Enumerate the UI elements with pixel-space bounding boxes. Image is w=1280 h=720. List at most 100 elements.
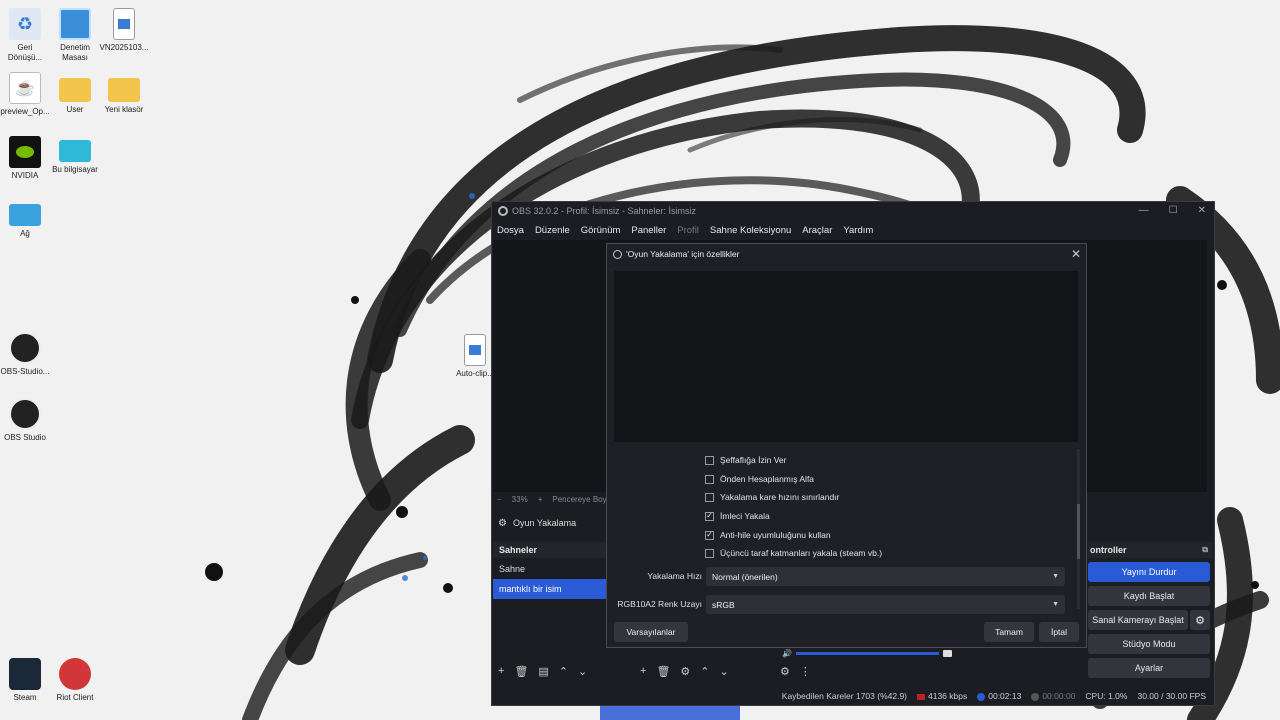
add-scene-icon[interactable]: + (498, 665, 504, 678)
menu-edit[interactable]: Düzenle (535, 225, 570, 236)
color-space-select[interactable]: sRGB ▼ (706, 595, 1065, 614)
capture-rate-select[interactable]: Normal (önerilen) ▼ (706, 567, 1065, 586)
scenes-dock-title: Sahneler (493, 542, 607, 558)
allow-transparency-checkbox[interactable]: Şeffaflığa İzin Ver (705, 453, 786, 467)
obs-icon (9, 332, 41, 364)
defaults-button[interactable]: Varsayılanlar (614, 622, 688, 642)
desktop-icon-network[interactable]: Ağ (0, 200, 50, 239)
desktop-icon-obs-studio[interactable]: OBS Studio (0, 398, 50, 443)
menu-scene-collection[interactable]: Sahne Koleksiyonu (710, 225, 791, 236)
desktop-icon-label: Bu bilgisayar (52, 165, 98, 174)
zoom-out-button[interactable]: − (497, 495, 502, 504)
desktop-icon-riot-client[interactable]: Riot Client (50, 658, 100, 703)
checkbox-box[interactable] (705, 548, 714, 558)
undock-icon[interactable]: ⧉ (1202, 545, 1208, 555)
start-record-button[interactable]: Kaydı Başlat (1088, 586, 1210, 606)
desktop-icon-this-pc[interactable]: Bu bilgisayar (50, 136, 100, 175)
checkbox-label: Üçüncü taraf katmanları yakala (steam vb… (720, 548, 883, 558)
obs-statusbar: Kaybedilen Kareler 1703 (%42.9) 4136 kbp… (492, 687, 1214, 705)
desktop-icon-control-panel[interactable]: Denetim Masası (50, 8, 100, 63)
scene-item[interactable]: Sahne (493, 559, 607, 579)
scene-filters-icon[interactable]: ▤ (538, 665, 548, 678)
stop-stream-button[interactable]: Yayını Durdur (1088, 562, 1210, 582)
source-toolbar[interactable]: ⚙ Oyun Yakalama (492, 514, 612, 532)
desktop-icon-label: NVIDIA (11, 171, 39, 180)
chevron-down-icon: ▼ (1052, 601, 1059, 608)
volume-meter (795, 651, 939, 655)
desktop-icon-label: OBS Studio (4, 433, 46, 442)
desktop-icon-obs-studio-shortcut[interactable]: OBS-Studio... (0, 332, 50, 377)
premultiplied-alpha-checkbox[interactable]: Önden Hesaplanmış Alfa (705, 472, 814, 486)
volume-slider-handle[interactable] (943, 649, 952, 657)
menu-profile[interactable]: Profil (677, 225, 699, 236)
obs-logo-icon (498, 206, 508, 216)
move-down-icon[interactable]: ⌄ (720, 665, 729, 678)
close-icon[interactable]: ✕ (1198, 205, 1206, 216)
control-panel-icon (59, 8, 91, 40)
desktop-icon-steam[interactable]: Steam (0, 658, 50, 703)
checkbox-box[interactable] (705, 492, 714, 502)
menu-help[interactable]: Yardım (843, 225, 873, 236)
minimize-icon[interactable]: — (1139, 205, 1149, 216)
more-options-icon[interactable]: ⋮ (800, 665, 811, 678)
virtual-camera-settings-gear-icon[interactable]: ⚙ (1190, 610, 1210, 630)
move-up-icon[interactable]: ⌃ (559, 665, 568, 678)
close-icon[interactable]: ✕ (1071, 247, 1081, 261)
remove-scene-icon[interactable]: 🗑 (514, 665, 528, 678)
remove-source-icon[interactable]: 🗑 (656, 665, 670, 678)
obs-titlebar[interactable]: OBS 32.0.2 - Profil: İsimsiz - Sahneler:… (492, 202, 1214, 220)
fit-to-window-button[interactable]: Pencereye Boy... (552, 495, 612, 504)
recycle-bin-icon: ♻ (9, 8, 41, 40)
ok-button[interactable]: Tamam (984, 622, 1034, 642)
menu-file[interactable]: Dosya (497, 225, 524, 236)
desktop-icon-label: Riot Client (56, 693, 94, 702)
source-properties-gear-icon[interactable]: ⚙ (680, 665, 690, 678)
desktop-icon-image-file[interactable]: VN2025103... (99, 8, 149, 53)
desktop-icon-recycle-bin[interactable]: ♻ Geri Dönüşü... (0, 8, 50, 63)
folder-icon (108, 78, 140, 102)
add-source-icon[interactable]: + (640, 665, 646, 678)
menu-view[interactable]: Görünüm (581, 225, 621, 236)
desktop-icon-label: VN2025103... (99, 43, 149, 52)
desktop-icon-label: Denetim Masası (60, 43, 90, 62)
speaker-icon[interactable]: 🔊 (782, 649, 792, 658)
cancel-button[interactable]: İptal (1039, 622, 1079, 642)
capture-third-party-overlays-checkbox[interactable]: Üçüncü taraf katmanları yakala (steam vb… (705, 546, 882, 560)
limit-capture-framerate-checkbox[interactable]: Yakalama kare hızını sınırlandır (705, 490, 839, 504)
audio-settings-icon[interactable]: ⚙ (780, 665, 790, 678)
capture-cursor-checkbox[interactable]: İmleci Yakala (705, 509, 770, 523)
gear-icon[interactable]: ⚙ (498, 518, 507, 529)
maximize-icon[interactable]: ☐ (1169, 205, 1178, 216)
obs-icon (9, 398, 41, 430)
controls-dock-title: ontroller ⧉ (1088, 542, 1212, 558)
dialog-titlebar[interactable]: 'Oyun Yakalama' için özellikler (607, 244, 1086, 264)
move-down-icon[interactable]: ⌄ (578, 665, 587, 678)
network-status-icon (917, 693, 925, 700)
properties-scrollbar[interactable] (1077, 449, 1080, 609)
checkbox-label: Önden Hesaplanmış Alfa (720, 474, 815, 484)
scenes-toolbar: + 🗑 ▤ ⌃ ⌄ (498, 665, 587, 678)
scrollbar-thumb[interactable] (1077, 504, 1080, 559)
desktop-icon-user-folder[interactable]: User (50, 72, 100, 115)
move-up-icon[interactable]: ⌃ (700, 665, 709, 678)
start-virtual-camera-button[interactable]: Sanal Kamerayı Başlat (1088, 610, 1188, 630)
menu-tools[interactable]: Araçlar (802, 225, 832, 236)
desktop-icon-java-file[interactable]: ☕ preview_Op... (0, 72, 50, 117)
cpu-usage: CPU: 1.0% (1085, 691, 1128, 701)
studio-mode-button[interactable]: Stüdyo Modu (1088, 634, 1210, 654)
anti-cheat-compatibility-checkbox[interactable]: Anti-hile uyumluluğunu kullan (705, 528, 831, 542)
desktop-icon-nvidia[interactable]: NVIDIA (0, 136, 50, 181)
checkbox-box-checked[interactable] (705, 511, 714, 521)
checkbox-box-checked[interactable] (705, 530, 714, 540)
preview-zoom-bar: − 33% + Pencereye Boy... (497, 495, 613, 504)
scene-item-selected[interactable]: mantıklı bir isim (493, 579, 607, 599)
audio-mixer-strip: 🔊 (782, 649, 952, 658)
record-icon (1031, 692, 1040, 701)
desktop-icon-new-folder[interactable]: Yeni klasör (99, 72, 149, 115)
checkbox-box[interactable] (705, 474, 714, 484)
menu-docks[interactable]: Paneller (631, 225, 666, 236)
zoom-in-button[interactable]: + (538, 495, 543, 504)
bitrate-value: 4136 kbps (928, 691, 968, 701)
settings-button[interactable]: Ayarlar (1088, 658, 1210, 678)
checkbox-box[interactable] (705, 455, 714, 465)
